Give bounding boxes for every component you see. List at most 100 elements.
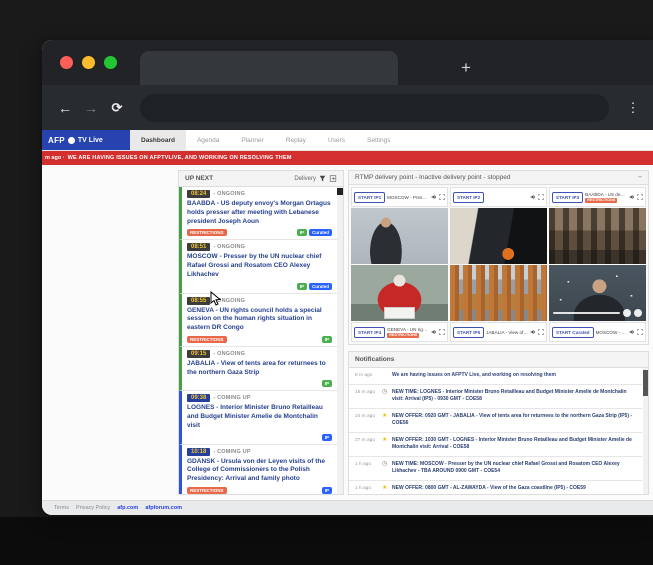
upnext-list: 08:24- ONGOING BAABDA - US deputy envoy'… — [179, 187, 343, 494]
notification-row[interactable]: 27 m ago ★ NEW OFFER: 1030 GMT - LOGNES … — [349, 433, 642, 457]
upnext-header: UP NEXT Delivery — [179, 171, 343, 187]
start-ip1-button[interactable]: START IP1 — [354, 192, 385, 203]
entry-title: GDANSK - Ursula von der Leyen visits of … — [187, 458, 332, 484]
reload-icon[interactable]: ⟳ — [104, 100, 130, 116]
fullscreen-icon[interactable] — [538, 194, 544, 200]
delivery-label: Delivery — [294, 176, 316, 182]
notification-row[interactable]: 1 h ago ★ NEW OFFER: 0800 GMT - AL-ZAWAY… — [349, 481, 642, 495]
address-bar[interactable] — [140, 94, 609, 122]
tab-dashboard[interactable]: Dashboard — [130, 130, 186, 150]
clock-icon: ◷ — [382, 461, 389, 467]
upnext-entry[interactable]: 09:38- COMING UP LOGNES - Interior Minis… — [179, 391, 337, 444]
volume-icon[interactable] — [634, 309, 642, 317]
maximize-window-icon[interactable] — [104, 56, 117, 69]
entry-time: 10:18 — [187, 448, 210, 456]
video-control-bar: START IP1 MOSCOW - Presser by t... — [351, 187, 448, 207]
back-icon[interactable]: ← — [52, 100, 78, 116]
app-header: AFP TV Live Dashboard Agenda Planner Rep… — [42, 130, 653, 151]
tab-planner[interactable]: Planner — [230, 130, 274, 150]
browser-menu-icon[interactable]: ⋮ — [623, 100, 643, 116]
start-ip4-button[interactable]: START IP4 — [354, 327, 385, 338]
tab-settings[interactable]: Settings — [356, 130, 402, 150]
browser-tab-strip: + — [42, 40, 653, 85]
speaker-icon[interactable] — [530, 194, 536, 200]
video-thumbnail-moscow-curated[interactable] — [549, 265, 646, 321]
upnext-entry[interactable]: 08:24- ONGOING BAABDA - US deputy envoy'… — [179, 187, 337, 240]
video-thumbnail-geneva-ip4[interactable] — [351, 265, 448, 321]
notification-text: NEW TIME: MOSCOW - Presser by the UN nuc… — [392, 461, 638, 476]
star-icon: ★ — [382, 437, 389, 443]
player-controls[interactable] — [553, 309, 642, 317]
collapse-panel-icon[interactable] — [329, 175, 337, 182]
speaker-icon[interactable] — [629, 194, 635, 200]
restrictions-badge: RESTRICTIONS — [187, 336, 227, 343]
entry-title: GENEVA - UN rights council holds a speci… — [187, 307, 332, 333]
video-control-bar: START IP5 JABALIA - View of tents ... — [450, 322, 547, 342]
notification-row[interactable]: 24 m ago ★ NEW OFFER: 0920 GMT - JABALIA… — [349, 409, 642, 433]
afp-com-link[interactable]: afp.com — [117, 505, 138, 511]
start-ip5-button[interactable]: START IP5 — [453, 327, 484, 338]
notifications-scrollbar[interactable] — [643, 368, 648, 494]
notification-text: We are having issues on AFPTV Live, and … — [392, 372, 638, 380]
entry-time: 09:15 — [187, 350, 210, 358]
video-control-bar: START IP4 GENEVA - UN rights cou...RESTR… — [351, 322, 448, 342]
video-thumbnail-moscow-ip1[interactable] — [351, 208, 448, 264]
video-thumbnail-ip2[interactable] — [450, 208, 547, 264]
privacy-link[interactable]: Privacy Policy — [76, 505, 110, 511]
tab-replay[interactable]: Replay — [275, 130, 317, 150]
entry-time: 09:38 — [187, 394, 210, 402]
close-window-icon[interactable] — [60, 56, 73, 69]
tab-users[interactable]: Users — [317, 130, 356, 150]
forward-icon[interactable]: → — [78, 100, 104, 116]
notifications-panel: Notifications 8 m ago We are having issu… — [348, 351, 649, 495]
video-control-bar: START Curated MOSCOW - Press... — [549, 322, 646, 342]
speaker-icon[interactable] — [629, 329, 635, 335]
video-thumbnail-jabalia-ip5[interactable] — [450, 265, 547, 321]
rtmp-panel: RTMP delivery point - Inactive delivery … — [348, 170, 649, 345]
minimize-window-icon[interactable] — [82, 56, 95, 69]
new-tab-icon[interactable]: + — [454, 56, 478, 80]
notification-row[interactable]: 16 m ago ◷ NEW TIME: LOGNES - Interior M… — [349, 385, 642, 409]
speaker-icon[interactable] — [431, 329, 437, 335]
upnext-title: UP NEXT — [185, 175, 213, 182]
upnext-entry[interactable]: 08:55- ONGOING GENEVA - UN rights counci… — [179, 294, 337, 347]
fullscreen-icon[interactable] — [538, 329, 544, 335]
fullscreen-icon[interactable] — [439, 194, 445, 200]
notifications-title: Notifications — [355, 356, 394, 363]
afpforum-link[interactable]: afpforum.com — [145, 505, 182, 511]
upnext-entry[interactable]: 10:18- COMING UP GDANSK - Ursula von der… — [179, 445, 337, 494]
filter-icon[interactable] — [319, 175, 326, 182]
notification-row[interactable]: 8 m ago We are having issues on AFPTV Li… — [349, 368, 642, 385]
video-thumbnail-baabda-ip3[interactable] — [549, 208, 646, 264]
afp-tv-live-logo[interactable]: AFP TV Live — [42, 130, 130, 150]
fullscreen-icon[interactable] — [439, 329, 445, 335]
speaker-icon[interactable] — [431, 194, 437, 200]
tab-agenda[interactable]: Agenda — [186, 130, 230, 150]
notification-row[interactable]: 1 h ago ◷ NEW TIME: MOSCOW - Presser by … — [349, 457, 642, 481]
video-label: JABALIA - View of tents ... — [486, 330, 528, 335]
settings-icon[interactable] — [623, 309, 631, 317]
fullscreen-icon[interactable] — [637, 329, 643, 335]
logo-brand: AFP — [48, 136, 65, 145]
entry-status: - ONGOING — [213, 244, 245, 250]
start-ip2-button[interactable]: START IP2 — [453, 192, 484, 203]
entry-status: - COMING UP — [213, 395, 250, 401]
ip-badge: IP — [297, 229, 307, 236]
rtmp-header: RTMP delivery point - Inactive delivery … — [349, 171, 648, 185]
notification-text: NEW OFFER: 0800 GMT - AL-ZAWAYDA - View … — [392, 485, 638, 493]
fullscreen-icon[interactable] — [637, 194, 643, 200]
clock-icon: ◷ — [382, 389, 389, 395]
video-label: MOSCOW - Presser by t... — [387, 195, 429, 200]
upnext-scrollbar[interactable] — [337, 187, 343, 494]
upnext-entry[interactable]: 09:15- ONGOING JABALIA - View of tents a… — [179, 347, 337, 392]
start-curated-button[interactable]: START Curated — [552, 327, 594, 338]
upnext-entry[interactable]: 08:51- ONGOING MOSCOW - Presser by the U… — [179, 240, 337, 293]
video-control-bar: START IP3 BAABDA - US deputy en...RESTRI… — [549, 187, 646, 207]
panel-menu-icon[interactable]: – — [638, 174, 642, 181]
speaker-icon[interactable] — [530, 329, 536, 335]
browser-tab[interactable] — [140, 51, 398, 85]
notification-text: NEW OFFER: 1030 GMT - LOGNES - Interior … — [392, 437, 638, 452]
terms-link[interactable]: Terms — [54, 505, 69, 511]
seek-bar[interactable] — [553, 312, 620, 314]
start-ip3-button[interactable]: START IP3 — [552, 192, 583, 203]
